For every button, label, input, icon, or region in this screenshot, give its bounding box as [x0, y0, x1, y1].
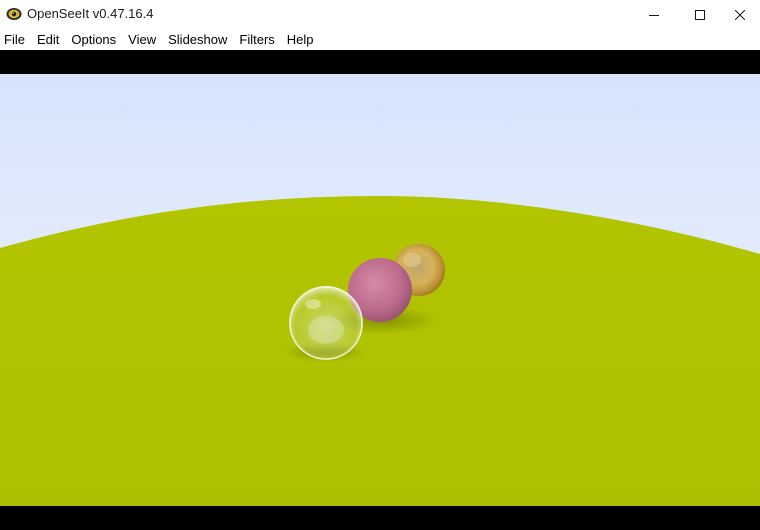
glass-sphere-highlight — [305, 299, 321, 309]
close-icon — [734, 9, 745, 20]
menu-options[interactable]: Options — [66, 29, 123, 50]
window-title: OpenSeeIt v0.47.16.4 — [27, 6, 154, 21]
menu-view[interactable]: View — [123, 29, 163, 50]
menu-help[interactable]: Help — [282, 29, 321, 50]
menu-edit[interactable]: Edit — [32, 29, 66, 50]
title-bar[interactable]: OpenSeeIt v0.47.16.4 — [0, 0, 760, 29]
maximize-button[interactable] — [677, 0, 723, 29]
minimize-icon — [649, 14, 659, 16]
image-viewer[interactable] — [0, 50, 760, 530]
rendered-image — [0, 74, 760, 506]
app-window: OpenSeeIt v0.47.16.4 File Edit Options V… — [0, 0, 760, 530]
close-button[interactable] — [719, 0, 760, 29]
ground-plane — [0, 196, 760, 506]
gold-sphere-highlight — [403, 253, 421, 267]
menu-filters[interactable]: Filters — [234, 29, 281, 50]
glass-sphere-caustic — [308, 316, 344, 344]
openseeit-app-icon — [6, 8, 22, 20]
maximize-icon — [695, 9, 705, 20]
menu-file[interactable]: File — [0, 29, 32, 50]
menu-bar: File Edit Options View Slideshow Filters… — [0, 29, 760, 50]
menu-slideshow[interactable]: Slideshow — [163, 29, 234, 50]
minimize-button[interactable] — [631, 0, 677, 29]
